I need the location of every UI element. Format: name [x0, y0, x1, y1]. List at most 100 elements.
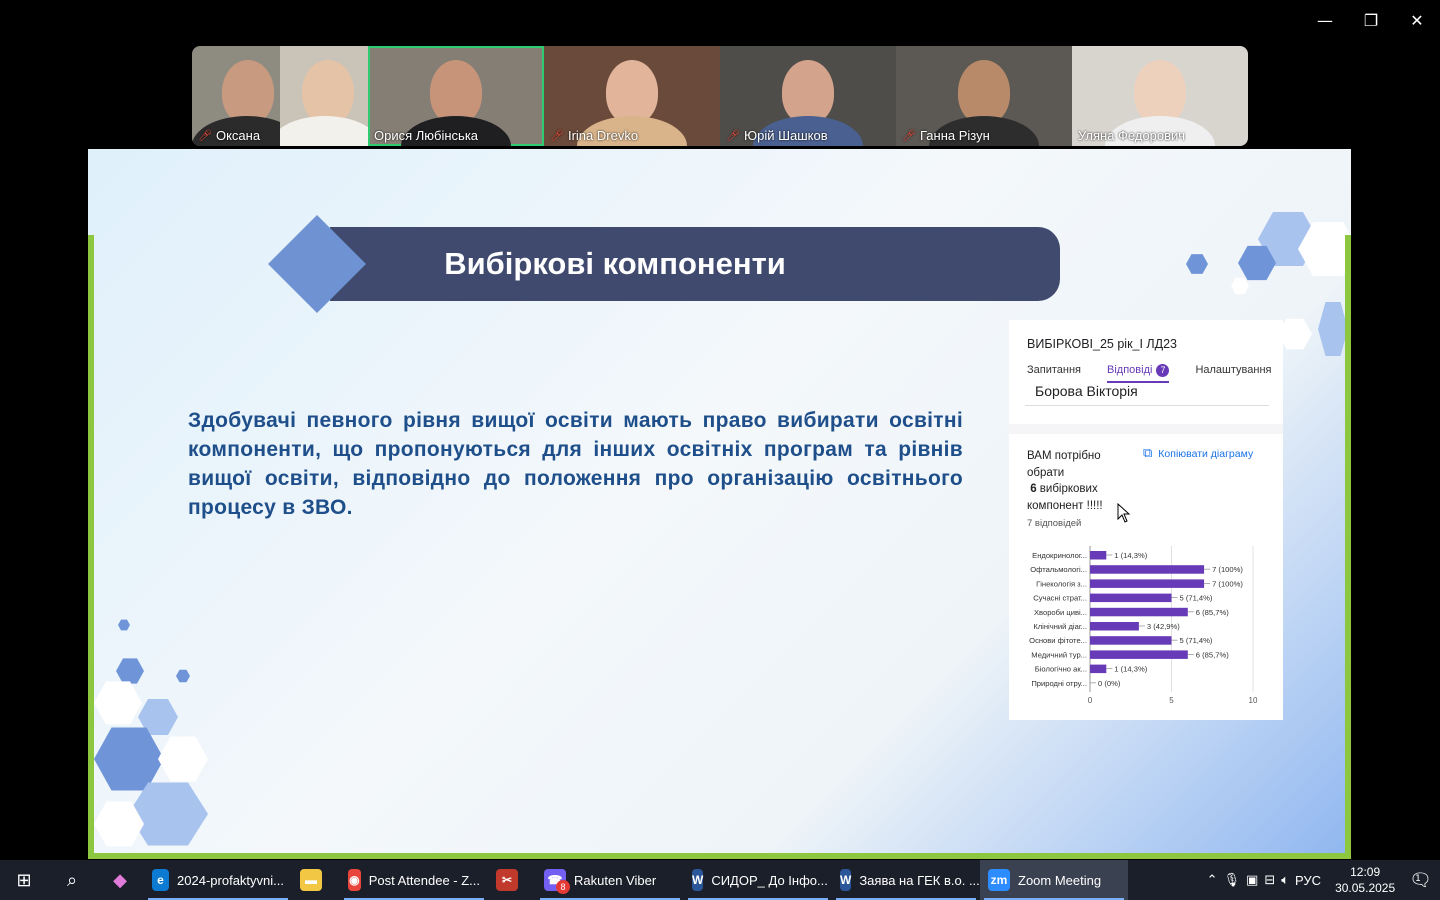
- language-indicator[interactable]: РУС: [1295, 873, 1321, 888]
- chart-data-label: 1 (14,3%): [1114, 551, 1147, 560]
- response-count: 7 відповідей: [1027, 518, 1082, 529]
- participant-name: 🎤︎ Юрій Шашков: [726, 128, 828, 143]
- chart-category-label: Ендокринолог...: [1032, 551, 1087, 560]
- edge-icon: e: [152, 869, 170, 891]
- screen-share-icon[interactable]: ▣: [1246, 873, 1258, 888]
- form-header: ВИБІРКОВІ_25 рік_І ЛД23 Запитання Відпов…: [1009, 320, 1283, 424]
- taskbar-app-label: Rakuten Viber: [574, 872, 657, 888]
- notifications-count: 1: [1415, 873, 1421, 884]
- chart-tick-label: 5: [1169, 696, 1174, 705]
- decor-hexagon: [1278, 318, 1312, 350]
- chart-category-label: Основи фітоте...: [1029, 636, 1087, 645]
- unread-badge: 8: [556, 880, 570, 894]
- taskbar-app[interactable]: zm Zoom Meeting: [980, 860, 1128, 900]
- shared-slide: Вибіркові компоненти Здобувачі певного р…: [88, 149, 1351, 859]
- close-button[interactable]: ✕: [1394, 0, 1440, 40]
- taskbar-app[interactable]: W СИДОР_ До Інфо...: [684, 860, 832, 900]
- participant-tile[interactable]: Уляна Федорович: [1072, 46, 1248, 146]
- search-icon[interactable]: ⌕: [48, 860, 96, 900]
- taskbar-apps: e 2024-profaktyvni... ▬ ◉ Post Attendee - Z.…: [144, 860, 1128, 900]
- chart-bar: [1090, 622, 1139, 631]
- form-screenshot: ВИБІРКОВІ_25 рік_І ЛД23 Запитання Відпов…: [1009, 320, 1283, 720]
- participant-video: [222, 60, 274, 124]
- chart-data-label: 1 (14,3%): [1114, 665, 1147, 674]
- clock-date: 30.05.2025: [1335, 881, 1396, 895]
- participant-strip: 🎤︎ Оксана Орися Любінська 🎤︎ Irina Drevko …: [192, 46, 1248, 146]
- chart-data-label: 0 (0%): [1098, 679, 1121, 688]
- chart-category-label: Хвороби циві...: [1034, 608, 1087, 617]
- chart-bar: [1090, 607, 1188, 617]
- chart-category-label: Клінічний діаг...: [1033, 622, 1087, 631]
- copilot-icon[interactable]: ◆: [96, 860, 144, 900]
- chevron-up-icon[interactable]: ⌃: [1207, 873, 1218, 888]
- taskbar: ⊞ ⌕ ◆ e 2024-profaktyvni... ▬ ◉ Post Attende…: [0, 860, 1440, 900]
- tab-responses-label: Відповіді: [1107, 364, 1153, 376]
- chart-bar: [1090, 565, 1205, 574]
- question-card: ВАМ потрібно обрати 6 вибіркових компоне…: [1009, 434, 1283, 720]
- notifications-icon[interactable]: 🗨︎ 1: [1409, 870, 1432, 891]
- question-line1: ВАМ потрібно обрати: [1027, 450, 1101, 479]
- participant-tile[interactable]: [280, 46, 368, 146]
- mouse-cursor-icon: [1117, 503, 1131, 523]
- chart-bar: [1090, 593, 1172, 603]
- chart-data-label: 5 (71,4%): [1180, 594, 1213, 603]
- chart-data-label: 7 (100%): [1212, 579, 1243, 588]
- speaker-icon[interactable]: 🔈︎: [1281, 873, 1289, 888]
- taskbar-app[interactable]: ◉ Post Attendee - Z...: [340, 860, 488, 900]
- minimize-button[interactable]: —: [1302, 0, 1348, 40]
- chart-bar: [1090, 650, 1188, 659]
- taskbar-app[interactable]: ✂: [488, 860, 536, 900]
- chart-data-label: 7 (100%): [1212, 565, 1243, 574]
- taskbar-app-label: Zoom Meeting: [1018, 872, 1102, 888]
- chart-category-label: Біологічно ак...: [1035, 665, 1087, 674]
- chart-data-label: 6 (85,7%): [1196, 608, 1229, 617]
- participant-tile[interactable]: Орися Любінська: [368, 46, 544, 146]
- taskbar-app[interactable]: ▬: [292, 860, 340, 900]
- copy-chart-button[interactable]: ⧉ Копіювати діаграму: [1143, 446, 1253, 461]
- decor-hexagon: [1231, 277, 1249, 295]
- microphone-icon[interactable]: 🎙︎: [1224, 873, 1241, 888]
- windows-start-icon[interactable]: ⊞: [0, 860, 48, 900]
- taskbar-app-label: 2024-profaktyvni...: [177, 872, 284, 888]
- taskbar-app-label: Post Attendee - Z...: [368, 872, 480, 888]
- word-icon: W: [840, 869, 852, 891]
- decor-hexagon: [176, 669, 190, 683]
- chart-category-label: Офтальмологі...: [1030, 565, 1087, 574]
- participant-name: 🎤︎ Ганна Різун: [902, 128, 990, 143]
- participant-video: [782, 60, 834, 124]
- zoom-icon: zm: [988, 869, 1010, 891]
- clock-time: 12:09: [1350, 865, 1381, 879]
- participant-name: 🎤︎ Оксана: [198, 128, 261, 143]
- mic-muted-icon: 🎤︎: [726, 130, 740, 142]
- decor-hexagon: [94, 681, 142, 725]
- participant-tile[interactable]: 🎤︎ Юрій Шашков: [720, 46, 896, 146]
- restore-button[interactable]: ❐: [1348, 0, 1394, 40]
- copy-chart-label: Копіювати діаграму: [1158, 447, 1254, 460]
- chart-bar: [1090, 579, 1205, 588]
- chrome-icon: ◉: [348, 869, 361, 891]
- form-title: ВИБІРКОВІ_25 рік_І ЛД23: [1027, 337, 1178, 351]
- chart-category-label: Природні отру...: [1031, 679, 1087, 688]
- network-icon[interactable]: ⊟: [1264, 873, 1275, 888]
- participant-name: Орися Любінська: [374, 128, 479, 143]
- decor-hexagon: [158, 736, 208, 782]
- chart-category-label: Медичний тур...: [1031, 650, 1087, 659]
- chart-bar: [1090, 551, 1107, 560]
- respondent-field: Борова Вікторія: [1025, 380, 1269, 406]
- decor-hexagon: [116, 658, 144, 684]
- participant-body: [280, 116, 368, 146]
- taskbar-app[interactable]: ☎ Rakuten Viber 8: [536, 860, 684, 900]
- decor-hexagon: [118, 619, 130, 631]
- taskbar-app[interactable]: e 2024-profaktyvni...: [144, 860, 292, 900]
- participant-tile[interactable]: 🎤︎ Irina Drevko: [544, 46, 720, 146]
- taskbar-app[interactable]: W Заява на ГЕК в.о. ...: [832, 860, 980, 900]
- taskbar-app-label: Заява на ГЕК в.о. ...: [859, 872, 980, 888]
- participant-video: [430, 60, 482, 124]
- participant-video: [958, 60, 1010, 124]
- clock[interactable]: 12:09 30.05.2025: [1327, 864, 1403, 896]
- responses-bar-chart: 0 5 10 Ендокринолог... 1 (14,3%) Офтальмологі…: [1029, 546, 1258, 705]
- participant-video: [302, 60, 354, 124]
- participant-tile[interactable]: 🎤︎ Ганна Різун: [896, 46, 1072, 146]
- participant-video: [606, 60, 658, 124]
- system-tray: ⌃ 🎙︎ ▣ ⊟ 🔈︎ РУС 12:09 30.05.2025 🗨︎ 1: [1207, 864, 1440, 896]
